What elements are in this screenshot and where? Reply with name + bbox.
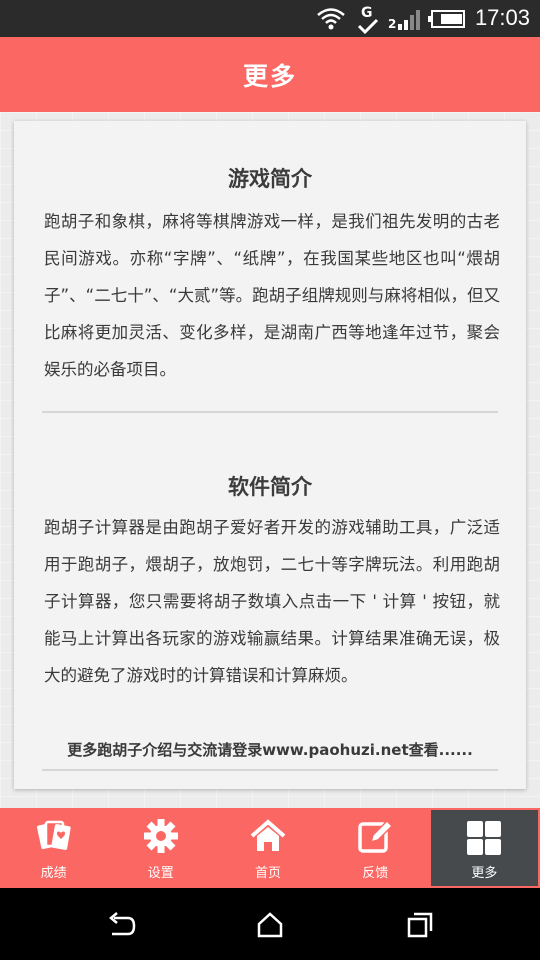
nav-label-settings: 设置 [147, 866, 174, 881]
signal-2g-icon: 2 [388, 10, 420, 31]
divider [42, 411, 498, 413]
software-intro-title: 软件简介 [228, 475, 312, 499]
check-icon [357, 18, 379, 35]
divider [42, 769, 498, 771]
nav-label-home: 首页 [255, 866, 282, 881]
website-link-note[interactable]: 更多跑胡子介绍与交流请登录www.paohuzi.net查看...... [14, 739, 526, 760]
status-bar: G 2 17:03 [0, 0, 540, 37]
software-intro-body: 跑胡子计算器是由跑胡子爱好者开发的游戏辅助工具，广泛适用于跑胡子，煨胡子，放炮罚… [44, 518, 500, 685]
system-nav-bar [0, 888, 540, 960]
nav-label-feedback: 反馈 [362, 866, 389, 881]
status-time: 17:03 [474, 5, 530, 30]
gear-icon [143, 819, 178, 853]
bottom-nav: 成绩 设置 首页 反馈 更多 [0, 808, 540, 888]
nav-label-scores: 成绩 [40, 866, 67, 881]
home-outline-icon[interactable] [255, 910, 285, 940]
nav-item-feedback[interactable]: 反馈 [322, 808, 429, 888]
info-card: 游戏简介 跑胡子和象棋，麻将等棋牌游戏一样，是我们祖先发明的古老民间游戏。亦称“… [14, 121, 526, 789]
nav-label-more: 更多 [471, 866, 498, 881]
recents-icon[interactable] [405, 910, 435, 940]
game-intro-body: 跑胡子和象棋，麻将等棋牌游戏一样，是我们祖先发明的古老民间游戏。亦称“字牌”、“… [44, 212, 500, 379]
edit-icon [358, 819, 394, 853]
grid-icon [467, 821, 502, 855]
content-area[interactable]: 游戏简介 跑胡子和象棋，麻将等棋牌游戏一样，是我们祖先发明的古老民间游戏。亦称“… [0, 112, 540, 808]
nav-item-scores[interactable]: 成绩 [0, 808, 107, 888]
nav-item-settings[interactable]: 设置 [107, 808, 214, 888]
back-icon[interactable] [106, 910, 136, 940]
page-title: 更多 [242, 61, 297, 91]
cards-icon [36, 820, 71, 850]
game-intro-title: 游戏简介 [228, 167, 312, 191]
home-icon [250, 819, 286, 851]
nav-item-home[interactable]: 首页 [214, 808, 321, 888]
wifi-icon [317, 8, 345, 30]
nav-item-more[interactable]: 更多 [428, 808, 540, 888]
app-header: 更多 [0, 37, 540, 112]
battery-icon [428, 10, 465, 28]
svg-text:2: 2 [388, 17, 396, 31]
